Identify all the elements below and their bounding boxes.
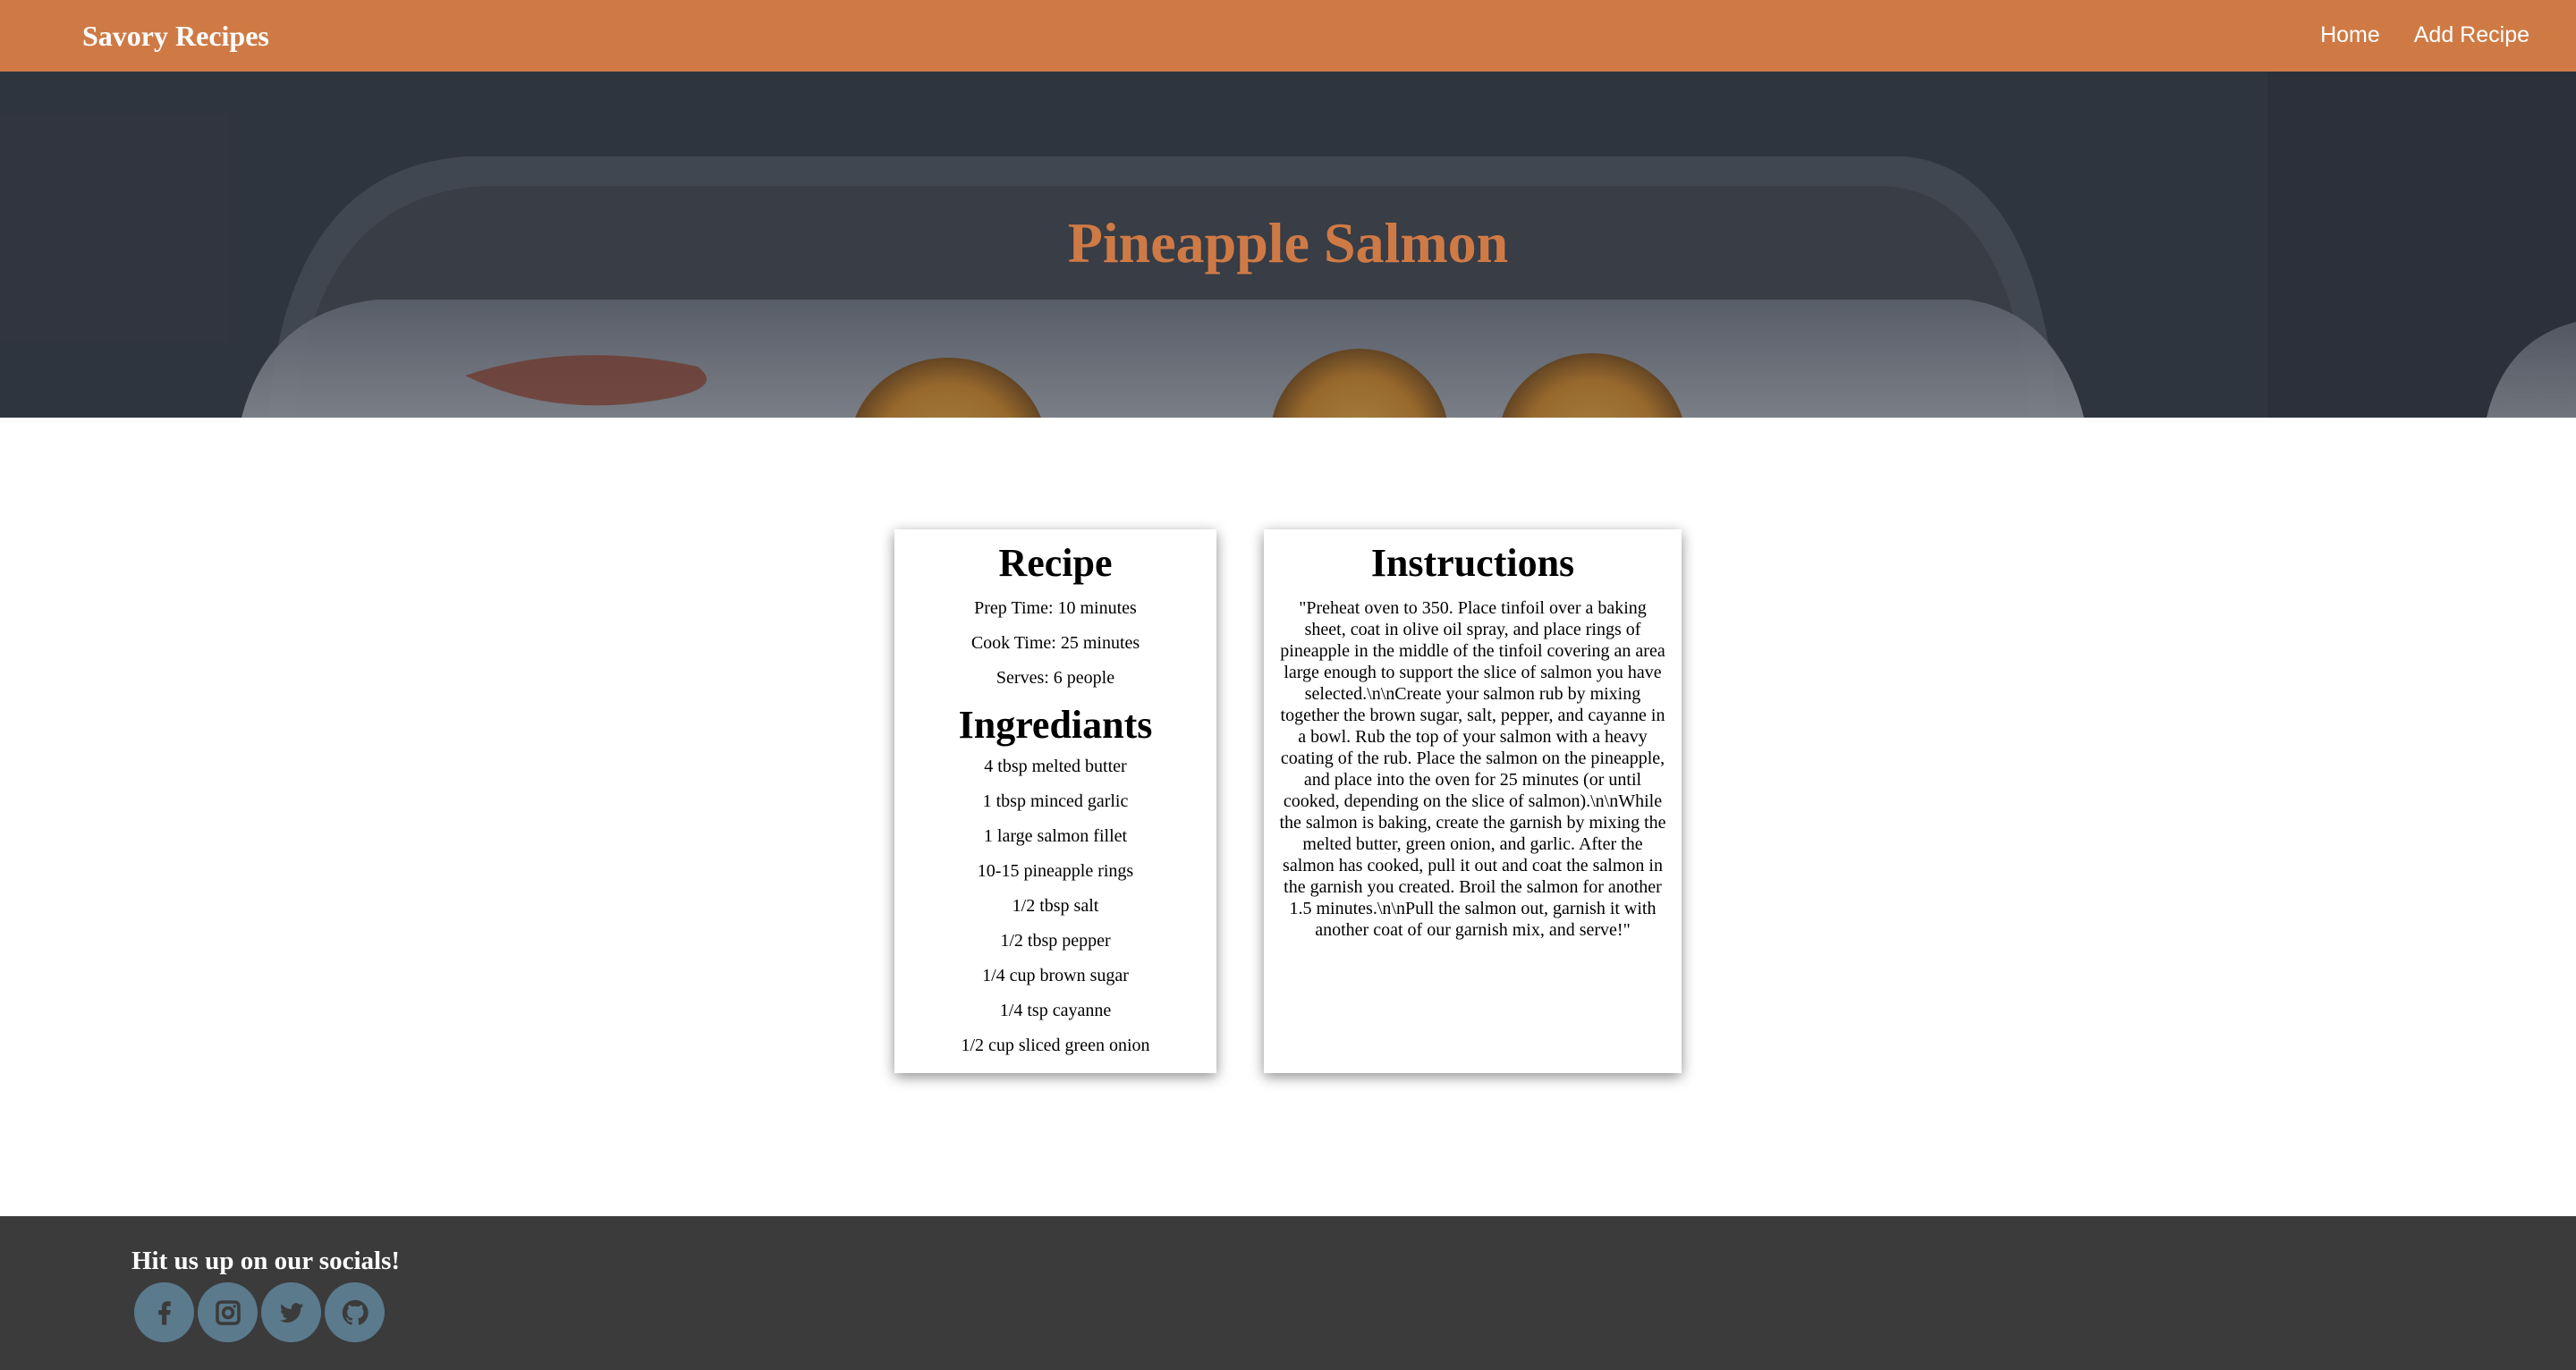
instagram-link[interactable]	[198, 1282, 258, 1342]
list-item: 1/2 tbsp salt	[1012, 896, 1099, 916]
recipe-card: Recipe Prep Time: 10 minutes Cook Time: …	[894, 529, 1216, 1073]
nav-link-add-recipe[interactable]: Add Recipe	[2414, 18, 2529, 52]
navbar: Savory Recipes Home Add Recipe	[0, 0, 2576, 72]
cook-time: Cook Time: 25 minutes	[970, 633, 1140, 653]
instagram-icon	[215, 1299, 241, 1325]
list-item: 1/4 cup brown sugar	[982, 966, 1129, 985]
instructions-text: "Preheat oven to 350. Place tinfoil over…	[1279, 598, 1666, 940]
footer: Hit us up on our socials!	[0, 1216, 2576, 1370]
instructions-heading: Instructions	[1370, 541, 1575, 585]
serves: Serves: 6 people	[996, 668, 1115, 688]
ingredients-heading: Ingrediants	[958, 703, 1153, 747]
nav-links: Home Add Recipe	[2320, 18, 2529, 52]
list-item: 1/2 cup sliced green onion	[961, 1036, 1150, 1055]
list-item: 1/2 tbsp pepper	[1000, 931, 1111, 951]
github-icon	[342, 1299, 369, 1325]
recipe-meta: Prep Time: 10 minutes Cook Time: 25 minu…	[894, 591, 1216, 696]
hero-banner: Pineapple Salmon	[0, 72, 2576, 418]
twitter-link[interactable]	[261, 1282, 321, 1342]
facebook-link[interactable]	[134, 1282, 194, 1342]
social-links	[134, 1282, 385, 1342]
list-item: 10-15 pineapple rings	[977, 861, 1134, 881]
brand-logo[interactable]: Savory Recipes	[82, 16, 269, 55]
ingredients-list: 4 tbsp melted butter 1 tbsp minced garli…	[894, 749, 1216, 1063]
twitter-icon	[279, 1302, 303, 1323]
instructions-card: Instructions "Preheat oven to 350. Place…	[1264, 529, 1682, 1073]
page-title: Pineapple Salmon	[1067, 211, 1509, 275]
recipe-heading: Recipe	[998, 541, 1113, 585]
list-item: 4 tbsp melted butter	[984, 757, 1127, 776]
nav-link-home[interactable]: Home	[2320, 18, 2380, 52]
list-item: 1/4 tsp cayanne	[999, 1001, 1112, 1020]
footer-text: Hit us up on our socials!	[131, 1247, 401, 1275]
facebook-icon	[157, 1300, 171, 1324]
list-item: 1 tbsp minced garlic	[982, 791, 1129, 811]
github-link[interactable]	[325, 1282, 385, 1342]
prep-time: Prep Time: 10 minutes	[974, 598, 1137, 618]
list-item: 1 large salmon fillet	[983, 826, 1128, 846]
